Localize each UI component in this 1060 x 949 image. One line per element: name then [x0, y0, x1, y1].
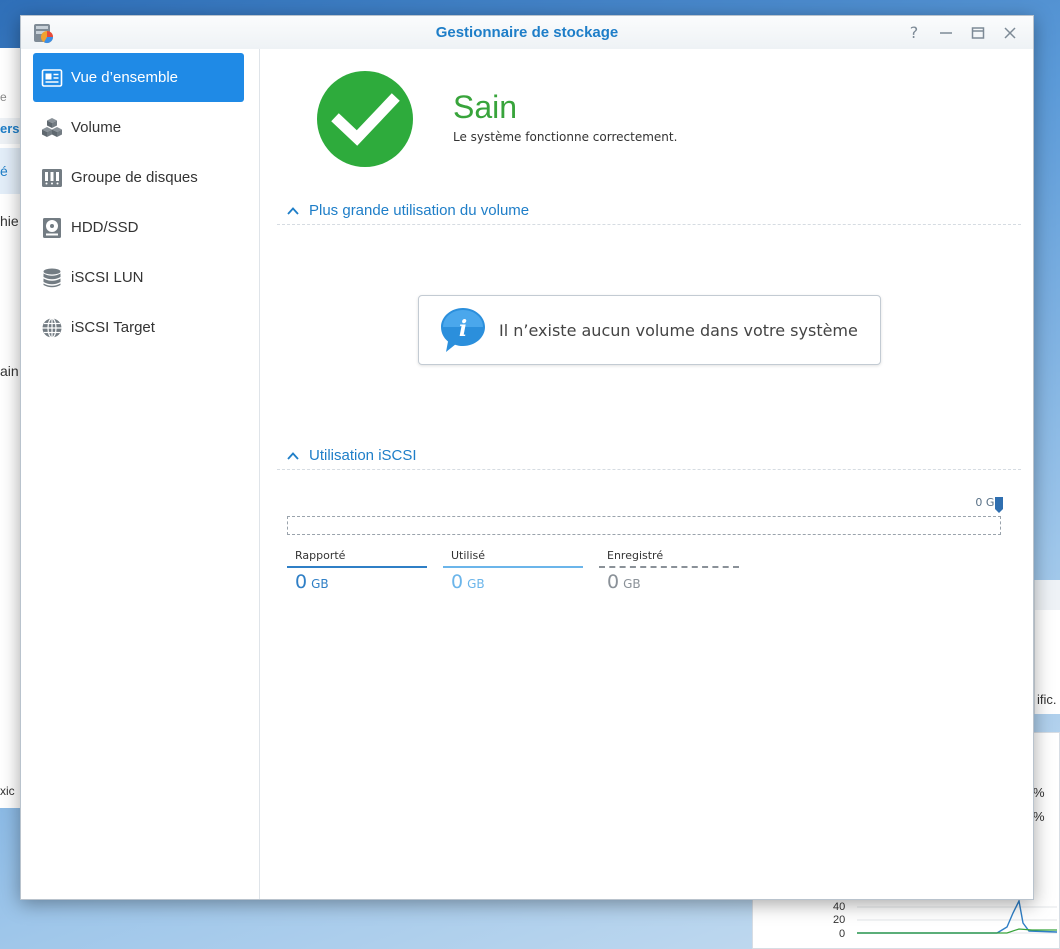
- sidebar-item-label: iSCSI Target: [71, 319, 155, 336]
- background-text: %: [1033, 809, 1045, 824]
- legend-label: Enregistré: [607, 549, 664, 562]
- section-title: Utilisation iSCSI: [309, 447, 417, 464]
- window-title: Gestionnaire de stockage: [435, 24, 619, 41]
- globe-icon: [42, 317, 62, 338]
- maximize-icon[interactable]: [967, 22, 989, 44]
- legend-unit: GB: [623, 577, 641, 591]
- chart-axis-label: 20: [833, 914, 846, 926]
- close-icon[interactable]: [999, 22, 1021, 44]
- legend-number: 0: [295, 571, 308, 593]
- legend-unit: GB: [311, 577, 329, 591]
- title-bar[interactable]: Gestionnaire de stockage ?: [21, 16, 1033, 49]
- sidebar-item-label: Vue d’ensemble: [71, 69, 179, 86]
- sidebar-item-label: Groupe de disques: [71, 169, 198, 186]
- background-text: e: [0, 90, 7, 104]
- background-text: é: [0, 163, 8, 179]
- chart-axis-label: 0: [839, 928, 846, 940]
- legend-line: [287, 566, 427, 568]
- sidebar-item-label: iSCSI LUN: [71, 269, 144, 286]
- legend-number: 0: [607, 571, 620, 593]
- legend-value: 0 GB: [599, 571, 739, 593]
- info-message: Il n’existe aucun volume dans votre syst…: [499, 320, 858, 340]
- help-icon[interactable]: ?: [903, 22, 925, 44]
- legend-unit: GB: [467, 577, 485, 591]
- legend-line: [599, 566, 739, 568]
- sidebar-item-label: Volume: [71, 119, 122, 136]
- legend-number: 0: [451, 571, 464, 593]
- sidebar-item-hdd-ssd[interactable]: HDD/SSD: [33, 203, 244, 252]
- database-icon: [43, 268, 61, 287]
- legend-used: Utilisé 0 GB: [443, 549, 583, 593]
- healthy-check-icon: [317, 71, 413, 167]
- background-text: ers: [0, 121, 20, 136]
- legend-reported: Rapporté 0 GB: [287, 549, 427, 593]
- background-text: ain: [0, 363, 19, 379]
- sidebar-item-iscsi-target[interactable]: iSCSI Target: [33, 303, 244, 352]
- background-text: %: [1033, 785, 1045, 800]
- volume-icon: [42, 117, 62, 137]
- legend-label: Rapporté: [295, 549, 346, 562]
- legend-value: 0 GB: [287, 571, 427, 593]
- background-text: ific.: [1037, 692, 1057, 707]
- sidebar-item-label: HDD/SSD: [71, 219, 139, 236]
- iscsi-usage-bar: [287, 516, 1001, 535]
- minimize-icon[interactable]: [935, 22, 957, 44]
- background-window-right: ific.: [1034, 580, 1060, 714]
- status-title: Sain: [453, 89, 518, 125]
- no-volume-message: i Il n’existe aucun volume dans votre sy…: [418, 295, 881, 365]
- sidebar-item-overview[interactable]: Vue d’ensemble: [33, 53, 244, 102]
- chevron-up-icon: [287, 451, 299, 460]
- overview-icon: [41, 68, 63, 87]
- capacity-marker-icon: [995, 497, 1003, 513]
- sidebar-item-disk-group[interactable]: Groupe de disques: [33, 153, 244, 202]
- status-description: Le système fonctionne correctement.: [453, 130, 678, 144]
- background-text: hie: [0, 213, 19, 229]
- sidebar-item-iscsi-lun[interactable]: iSCSI LUN: [33, 253, 244, 302]
- legend-registered: Enregistré 0 GB: [599, 549, 739, 593]
- background-text: xic: [0, 784, 15, 798]
- info-icon: i: [441, 308, 485, 352]
- background-window-header: [1035, 580, 1060, 610]
- sidebar-item-volume[interactable]: Volume: [33, 103, 244, 152]
- sidebar: Vue d’ensemble Volume Groupe de disques …: [21, 49, 260, 899]
- volume-usage-section-header[interactable]: Plus grande utilisation du volume: [277, 197, 1021, 225]
- iscsi-usage-section-header[interactable]: Utilisation iSCSI: [277, 442, 1021, 470]
- main-content: Sain Le système fonctionne correctement.…: [261, 49, 1033, 899]
- legend-label: Utilisé: [451, 549, 486, 562]
- svg-text:i: i: [459, 316, 467, 342]
- hdd-icon: [43, 217, 61, 238]
- disk-group-icon: [42, 168, 62, 187]
- chart-axis-label: 40: [833, 901, 846, 913]
- storage-manager-window: Gestionnaire de stockage ? Vue d’ensembl…: [20, 15, 1034, 900]
- section-title: Plus grande utilisation du volume: [309, 202, 530, 219]
- legend-value: 0 GB: [443, 571, 583, 593]
- chevron-up-icon: [287, 206, 299, 215]
- legend-line: [443, 566, 583, 568]
